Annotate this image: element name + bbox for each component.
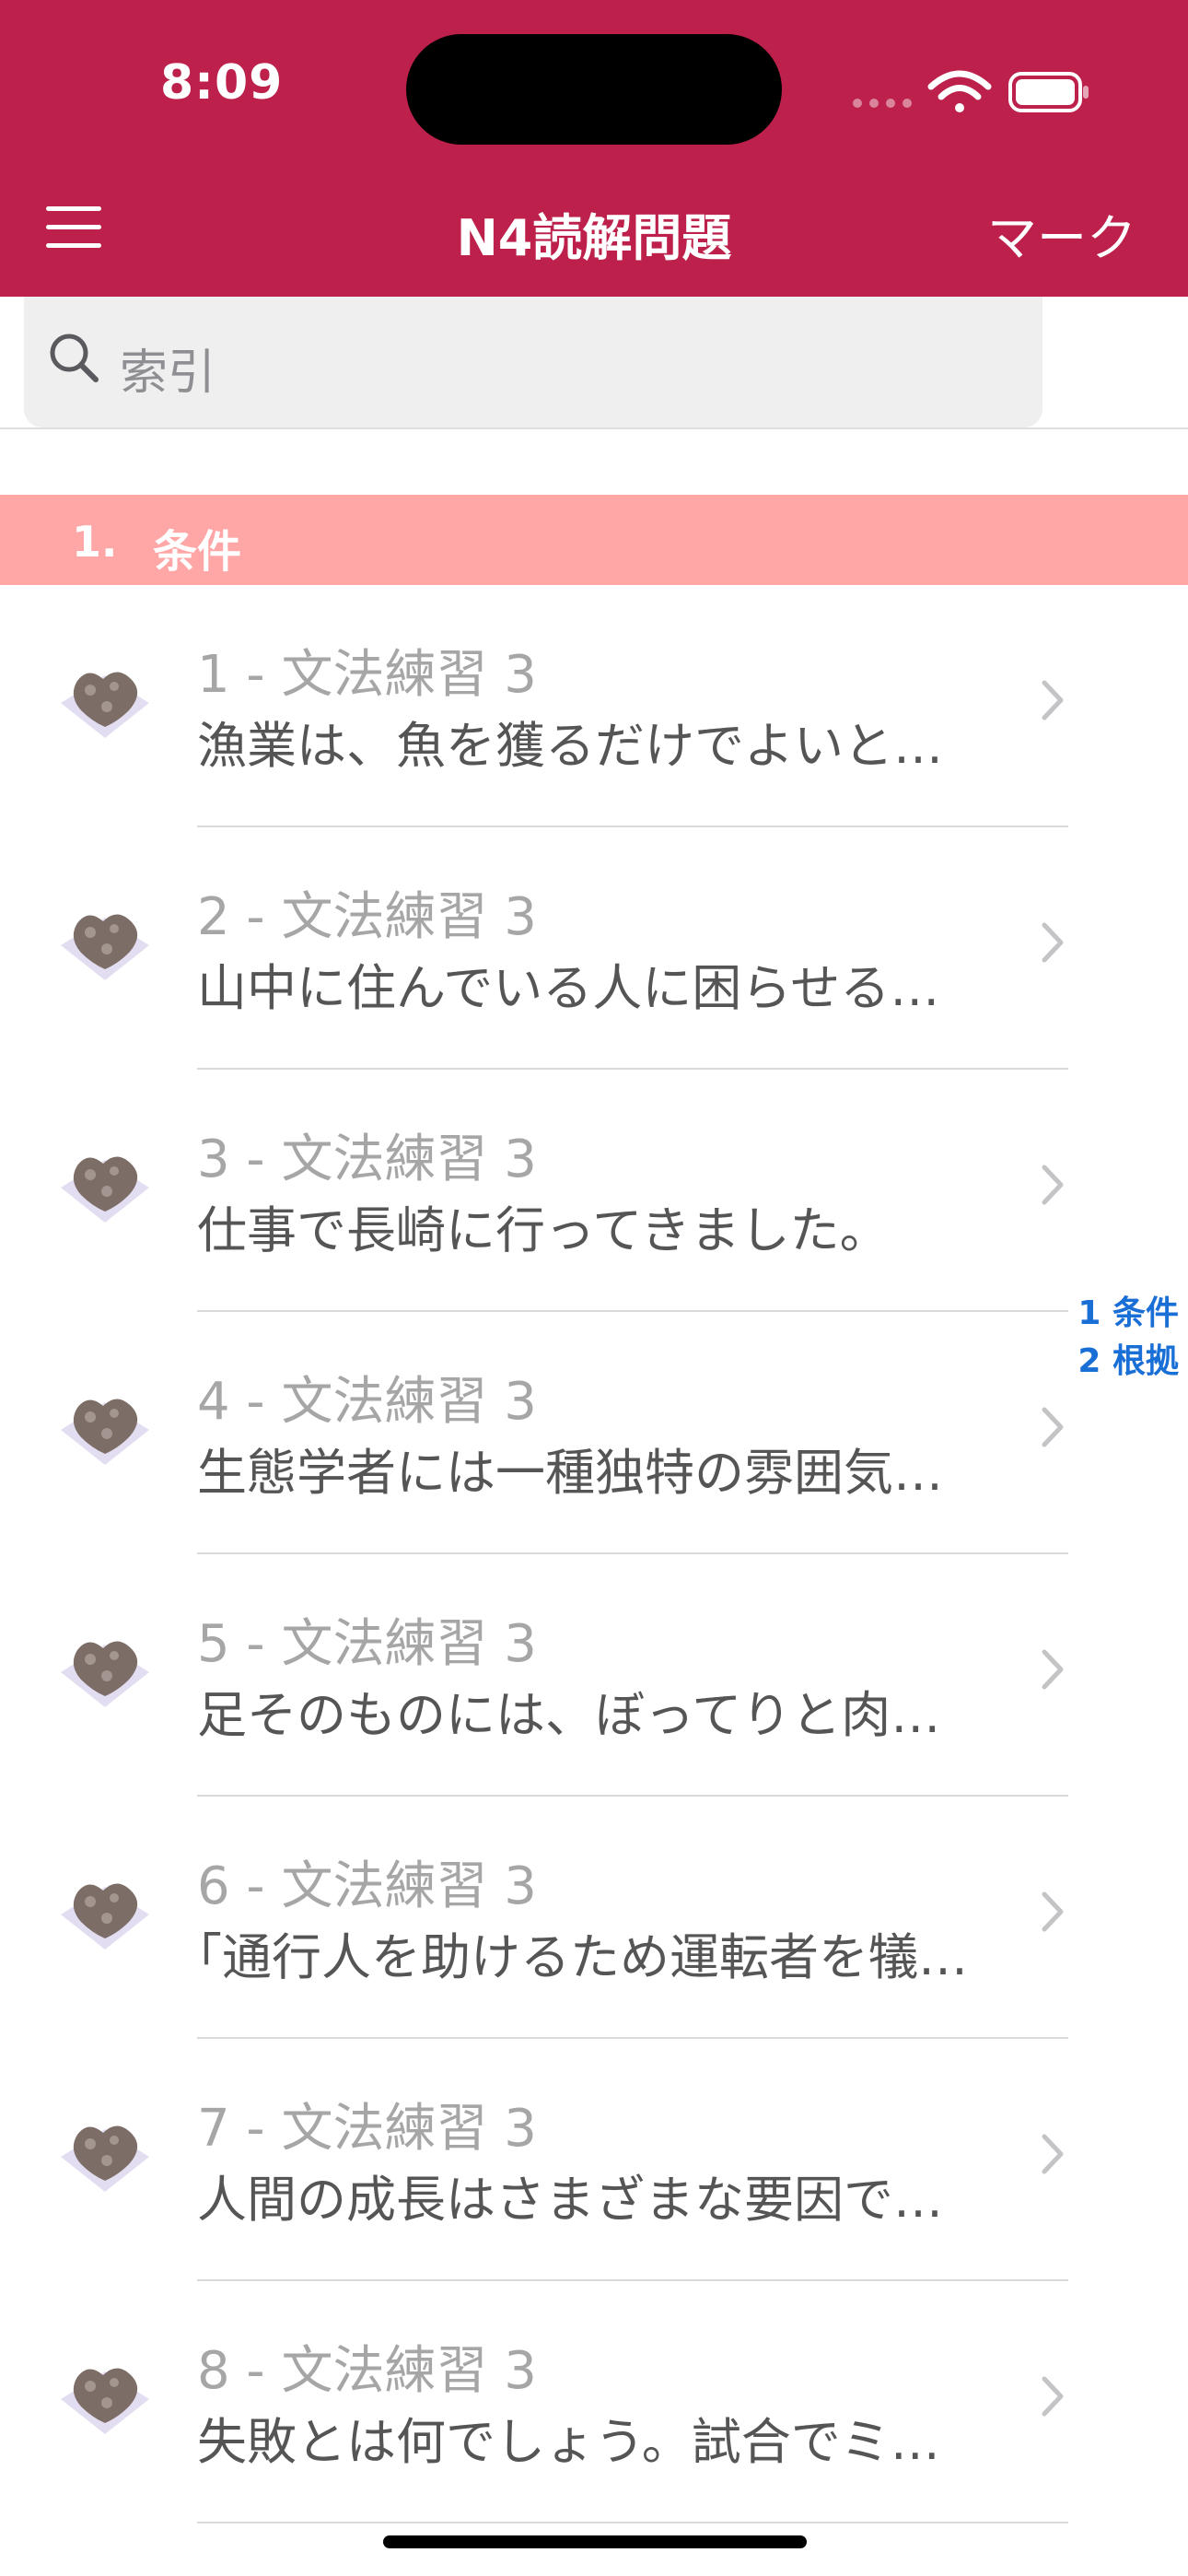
list-item[interactable]: 5 - 文法練習 3 足そのものには、ぼってりと肉…	[0, 1554, 1188, 1797]
row-subtitle: ｢通行人を助けるため運転者を犠…	[197, 1928, 968, 1986]
thumbnail-image	[61, 1641, 149, 1707]
row-subtitle: 山中に住んでいる人に困らせる…	[197, 959, 940, 1017]
index-item-1[interactable]: 1 条件	[1076, 1290, 1188, 1338]
search-icon	[50, 334, 99, 382]
app-header: 8:09 N4読解問題 マーク	[0, 0, 1188, 297]
chevron-right-icon	[1042, 1407, 1064, 1447]
list-item[interactable]: 3 - 文法練習 3 仕事で長崎に行ってきました。	[0, 1070, 1188, 1312]
row-title: 5 - 文法練習 3	[197, 1614, 537, 1674]
list-item[interactable]: 8 - 文法練習 3 失敗とは何でしょう。試合でミ…	[0, 2281, 1188, 2523]
mark-button[interactable]: マーク	[987, 197, 1136, 270]
row-title: 8 - 文法練習 3	[197, 2341, 537, 2401]
chevron-right-icon	[1042, 2376, 1064, 2417]
chevron-right-icon	[1042, 1165, 1064, 1205]
row-divider	[197, 2522, 1068, 2523]
section-index-bar[interactable]: 1 条件 2 根拠	[1076, 1290, 1188, 1386]
row-subtitle: 生態学者には一種独特の雰囲気…	[197, 1444, 943, 1502]
status-time: 8:09	[160, 55, 284, 111]
thumbnail-image	[61, 1399, 149, 1465]
row-subtitle: 足そのものには、ぼってりと肉…	[197, 1686, 941, 1744]
dynamic-island	[406, 34, 782, 145]
list-item[interactable]: 7 - 文法練習 3 人間の成長はさまざまな要因で…	[0, 2039, 1188, 2281]
search-input[interactable]: 索引	[24, 297, 1042, 427]
chevron-right-icon	[1042, 1891, 1064, 1932]
list-item[interactable]: 6 - 文法練習 3 ｢通行人を助けるため運転者を犠…	[0, 1797, 1188, 2039]
row-title: 1 - 文法練習 3	[197, 645, 537, 705]
section-header: 1. 条件	[0, 495, 1188, 585]
row-title: 3 - 文法練習 3	[197, 1130, 537, 1189]
navigation-bar: N4読解問題 マーク	[0, 181, 1188, 273]
row-title: 7 - 文法練習 3	[197, 2099, 537, 2159]
section-label: 条件	[153, 526, 242, 578]
thumbnail-image	[61, 672, 149, 738]
thumbnail-image	[61, 1156, 149, 1223]
section-number: 1.	[72, 517, 118, 567]
divider	[0, 427, 1188, 429]
thumbnail-image	[61, 1883, 149, 1950]
signal-icon	[853, 99, 912, 108]
row-title: 2 - 文法練習 3	[197, 887, 537, 947]
chevron-right-icon	[1042, 680, 1064, 720]
row-subtitle: 人間の成長はさまざまな要因で…	[197, 2171, 943, 2229]
home-indicator	[383, 2535, 807, 2548]
list-item[interactable]: 4 - 文法練習 3 生態学者には一種独特の雰囲気…	[0, 1312, 1188, 1554]
row-title: 6 - 文法練習 3	[197, 1856, 537, 1916]
wifi-icon	[927, 70, 992, 112]
row-subtitle: 漁業は、魚を獲るだけでよいと…	[197, 717, 943, 775]
row-subtitle: 仕事で長崎に行ってきました。	[197, 1201, 890, 1259]
list-item[interactable]: 2 - 文法練習 3 山中に住んでいる人に困らせる…	[0, 827, 1188, 1070]
row-title: 4 - 文法練習 3	[197, 1372, 537, 1432]
chevron-right-icon	[1042, 1649, 1064, 1690]
chevron-right-icon	[1042, 2134, 1064, 2174]
thumbnail-image	[61, 2368, 149, 2434]
list-item[interactable]: 1 - 文法練習 3 漁業は、魚を獲るだけでよいと…	[0, 585, 1188, 827]
status-icons	[853, 70, 1089, 112]
thumbnail-image	[61, 914, 149, 980]
search-placeholder: 索引	[120, 345, 216, 401]
index-item-2[interactable]: 2 根拠	[1076, 1338, 1188, 1386]
chevron-right-icon	[1042, 922, 1064, 963]
battery-icon	[1008, 72, 1089, 112]
row-subtitle: 失敗とは何でしょう。試合でミ…	[197, 2413, 940, 2471]
thumbnail-image	[61, 2125, 149, 2192]
